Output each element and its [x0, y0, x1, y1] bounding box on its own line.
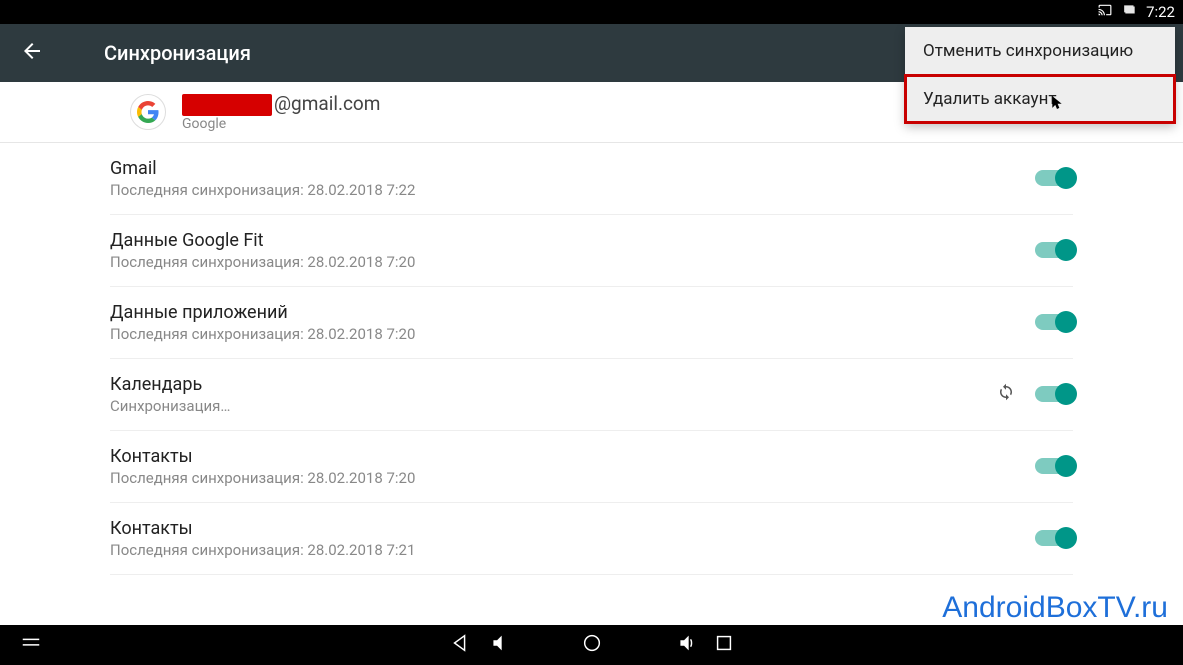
sync-item[interactable]: Календарь Синхронизация…	[110, 359, 1073, 431]
menu-delete-account-label: Удалить аккаунт	[923, 89, 1057, 109]
nav-home-icon[interactable]	[581, 632, 603, 658]
account-provider: Google	[182, 116, 380, 132]
sync-toggle[interactable]	[1035, 170, 1073, 186]
nav-back-icon[interactable]	[449, 632, 471, 658]
sync-toggle[interactable]	[1035, 242, 1073, 258]
cast-icon	[1096, 3, 1114, 21]
redacted-name	[182, 94, 272, 116]
page-title: Синхронизация	[104, 41, 251, 65]
watermark: AndroidBoxTV.ru	[942, 591, 1168, 625]
back-button[interactable]	[20, 39, 44, 67]
sync-item[interactable]: Контакты Последняя синхронизация: 28.02.2…	[110, 503, 1073, 575]
nav-recent-icon[interactable]	[713, 632, 735, 658]
sync-item-subtitle: Последняя синхронизация: 28.02.2018 7:20	[110, 253, 415, 271]
sync-item[interactable]: Данные Google Fit Последняя синхронизация…	[110, 215, 1073, 287]
status-bar: 7:22	[0, 0, 1183, 24]
sync-item-subtitle: Последняя синхронизация: 28.02.2018 7:20	[110, 469, 415, 487]
sync-in-progress-icon	[997, 383, 1015, 405]
sync-item-subtitle: Последняя синхронизация: 28.02.2018 7:22	[110, 181, 415, 199]
sync-item-subtitle: Синхронизация…	[110, 397, 230, 415]
sync-item-name: Данные приложений	[110, 302, 415, 323]
sync-toggle[interactable]	[1035, 530, 1073, 546]
sync-item[interactable]: Контакты Последняя синхронизация: 28.02.2…	[110, 431, 1073, 503]
sync-item[interactable]: Gmail Последняя синхронизация: 28.02.2018…	[110, 143, 1073, 215]
windows-icon	[1122, 3, 1138, 21]
menu-delete-account[interactable]: Удалить аккаунт	[905, 75, 1175, 123]
google-logo-icon	[130, 94, 166, 130]
sync-toggle[interactable]	[1035, 314, 1073, 330]
account-email-suffix: @gmail.com	[274, 92, 380, 115]
menu-cancel-sync[interactable]: Отменить синхронизацию	[905, 27, 1175, 75]
sync-item-name: Контакты	[110, 518, 415, 539]
sync-item-name: Календарь	[110, 374, 230, 395]
nav-drawer-icon[interactable]	[20, 632, 42, 658]
account-email: @gmail.com	[182, 92, 380, 116]
sync-item-name: Контакты	[110, 446, 415, 467]
cursor-icon	[1050, 93, 1064, 116]
sync-item-subtitle: Последняя синхронизация: 28.02.2018 7:20	[110, 325, 415, 343]
overflow-menu: Отменить синхронизацию Удалить аккаунт	[905, 27, 1175, 123]
sync-toggle[interactable]	[1035, 386, 1073, 402]
sync-item-subtitle: Последняя синхронизация: 28.02.2018 7:21	[110, 541, 415, 559]
status-time: 7:22	[1146, 3, 1175, 21]
sync-toggle[interactable]	[1035, 458, 1073, 474]
sync-item-name: Gmail	[110, 158, 415, 179]
sync-item[interactable]: Данные приложений Последняя синхронизация…	[110, 287, 1073, 359]
sync-list: Gmail Последняя синхронизация: 28.02.2018…	[0, 143, 1183, 575]
nav-bar	[0, 625, 1183, 665]
sync-item-name: Данные Google Fit	[110, 230, 415, 251]
content-area: @gmail.com Google Gmail Последняя синхрон…	[0, 82, 1183, 625]
